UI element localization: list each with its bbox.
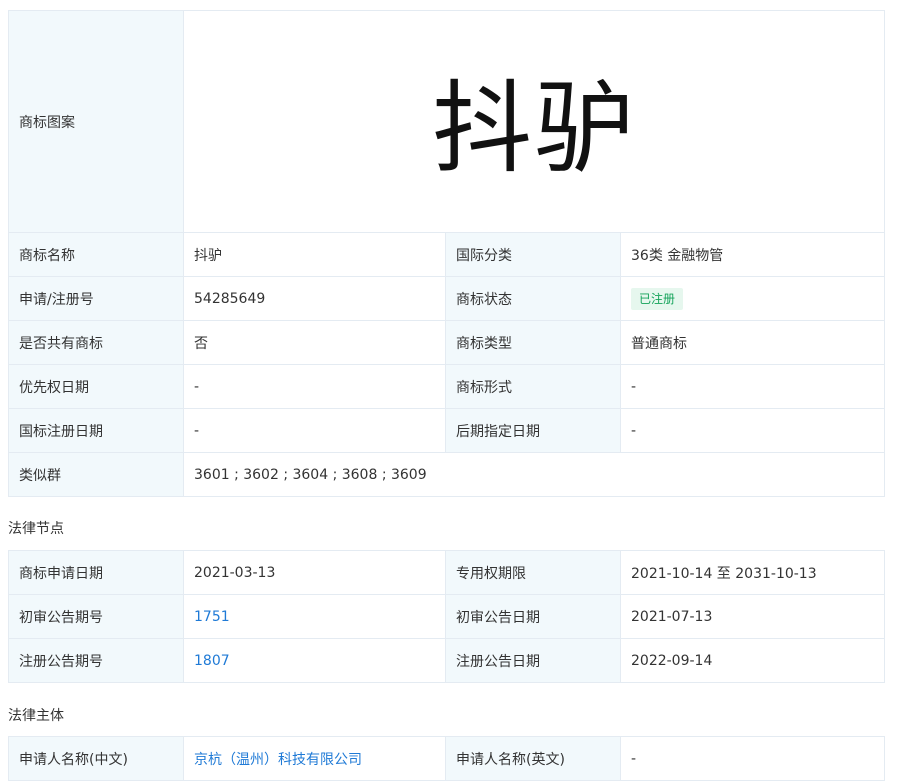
label-intl-reg-date: 国标注册日期 <box>8 408 184 453</box>
prelim-issue-no-link[interactable]: 1751 <box>194 609 230 625</box>
value-exclusive-period: 2021-10-14 至 2031-10-13 <box>620 550 885 595</box>
label-applicant-cn: 申请人名称(中文) <box>8 736 184 781</box>
label-status: 商标状态 <box>445 276 621 321</box>
label-similar-groups: 类似群 <box>8 452 184 497</box>
value-intl-class: 36类 金融物管 <box>619 232 886 277</box>
label-type: 商标类型 <box>445 320 621 365</box>
trademark-info-table: 商标图案 抖驴 商标名称 抖驴 国际分类 36类 金融物管 申请/注册号 542… <box>8 10 886 497</box>
section-title-legal-nodes: 法律节点 <box>8 521 64 537</box>
value-applicant-cn-cell: 京杭（温州）科技有限公司 <box>183 736 446 781</box>
value-shared: 否 <box>183 320 446 365</box>
trademark-detail-page: 商标图案 抖驴 商标名称 抖驴 国际分类 36类 金融物管 申请/注册号 542… <box>0 0 901 781</box>
label-prelim-issue-no: 初审公告期号 <box>8 594 184 639</box>
section-title-legal-subject: 法律主体 <box>8 708 64 724</box>
label-shared: 是否共有商标 <box>8 320 184 365</box>
label-reg-issue-no: 注册公告期号 <box>8 638 184 683</box>
trademark-logo: 抖驴 <box>432 70 636 187</box>
value-status-cell: 已注册 <box>619 276 886 321</box>
trademark-image-cell: 抖驴 <box>182 10 886 233</box>
value-reg-issue-no-cell: 1807 <box>183 638 446 683</box>
value-form: - <box>619 364 886 409</box>
value-priority-date: - <box>183 364 446 409</box>
value-apply-date: 2021-03-13 <box>183 550 446 595</box>
status-badge: 已注册 <box>631 287 684 310</box>
label-exclusive-period: 专用权期限 <box>445 550 621 595</box>
label-apply-date: 商标申请日期 <box>8 550 184 595</box>
reg-issue-no-link[interactable]: 1807 <box>194 653 230 669</box>
value-trademark-name: 抖驴 <box>183 232 446 277</box>
label-prelim-date: 初审公告日期 <box>445 594 621 639</box>
label-trademark-image: 商标图案 <box>8 10 184 233</box>
value-prelim-date: 2021-07-13 <box>620 594 885 639</box>
value-applicant-en: - <box>620 736 885 781</box>
value-similar-groups: 3601 ; 3602 ; 3604 ; 3608 ; 3609 <box>182 452 886 497</box>
label-form: 商标形式 <box>445 364 621 409</box>
legal-nodes-table: 商标申请日期 2021-03-13 专用权期限 2021-10-14 至 203… <box>8 550 885 683</box>
label-reg-no: 申请/注册号 <box>8 276 184 321</box>
value-reg-no: 54285649 <box>183 276 446 321</box>
value-type: 普通商标 <box>619 320 886 365</box>
label-reg-date: 注册公告日期 <box>445 638 621 683</box>
label-later-designation-date: 后期指定日期 <box>445 408 621 453</box>
value-intl-reg-date: - <box>183 408 446 453</box>
value-prelim-issue-no-cell: 1751 <box>183 594 446 639</box>
applicant-cn-link[interactable]: 京杭（温州）科技有限公司 <box>194 752 362 768</box>
value-reg-date: 2022-09-14 <box>620 638 885 683</box>
label-applicant-en: 申请人名称(英文) <box>445 736 621 781</box>
value-later-designation-date: - <box>619 408 886 453</box>
label-intl-class: 国际分类 <box>445 232 621 277</box>
label-trademark-name: 商标名称 <box>8 232 184 277</box>
legal-subject-table: 申请人名称(中文) 京杭（温州）科技有限公司 申请人名称(英文) - <box>8 736 885 781</box>
label-priority-date: 优先权日期 <box>8 364 184 409</box>
